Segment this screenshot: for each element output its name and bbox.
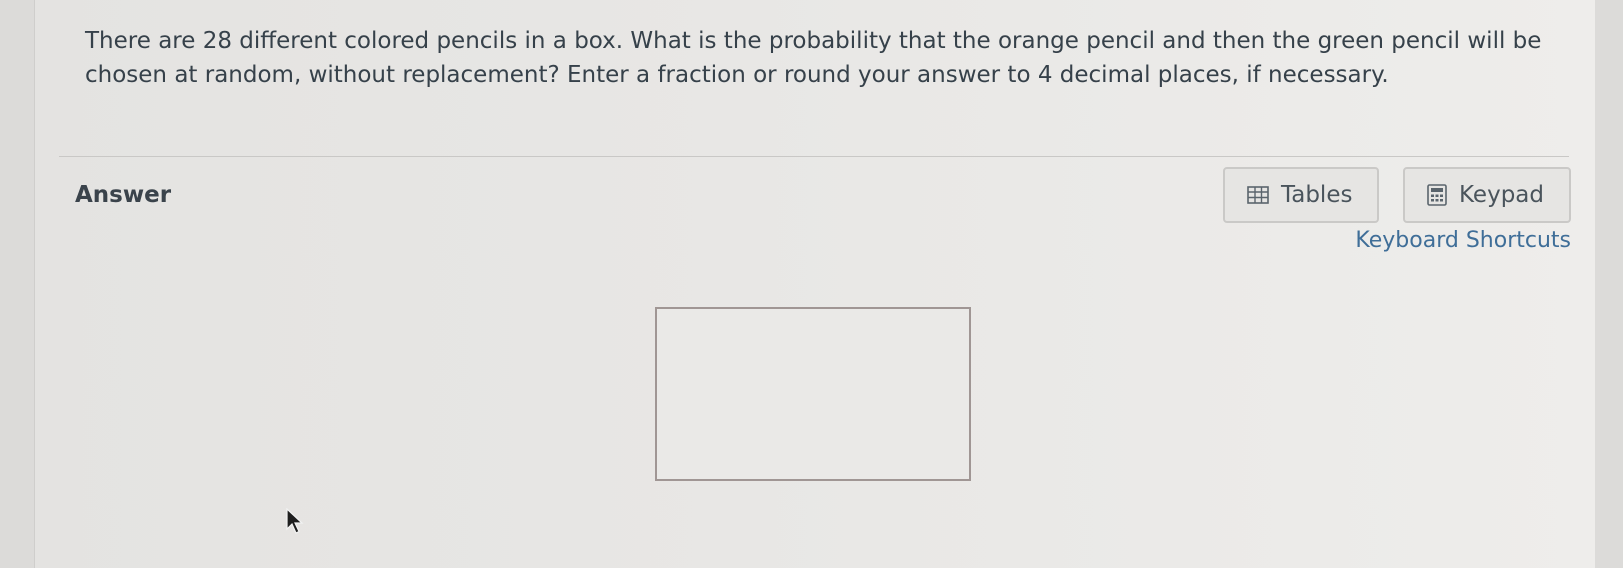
table-grid-icon <box>1247 186 1269 204</box>
question-card: There are 28 different colored pencils i… <box>34 0 1595 568</box>
question-text: There are 28 different colored pencils i… <box>85 28 1542 88</box>
answer-label: Answer <box>75 182 172 208</box>
calculator-icon <box>1427 184 1447 206</box>
divider <box>59 156 1569 157</box>
mouse-pointer-icon <box>286 507 304 538</box>
keypad-button[interactable]: Keypad <box>1403 167 1571 223</box>
keypad-button-label: Keypad <box>1459 182 1544 208</box>
tables-button[interactable]: Tables <box>1223 167 1379 223</box>
answer-input[interactable] <box>655 307 971 481</box>
keyboard-shortcuts-link[interactable]: Keyboard Shortcuts <box>1345 228 1571 253</box>
tables-button-label: Tables <box>1281 182 1353 208</box>
